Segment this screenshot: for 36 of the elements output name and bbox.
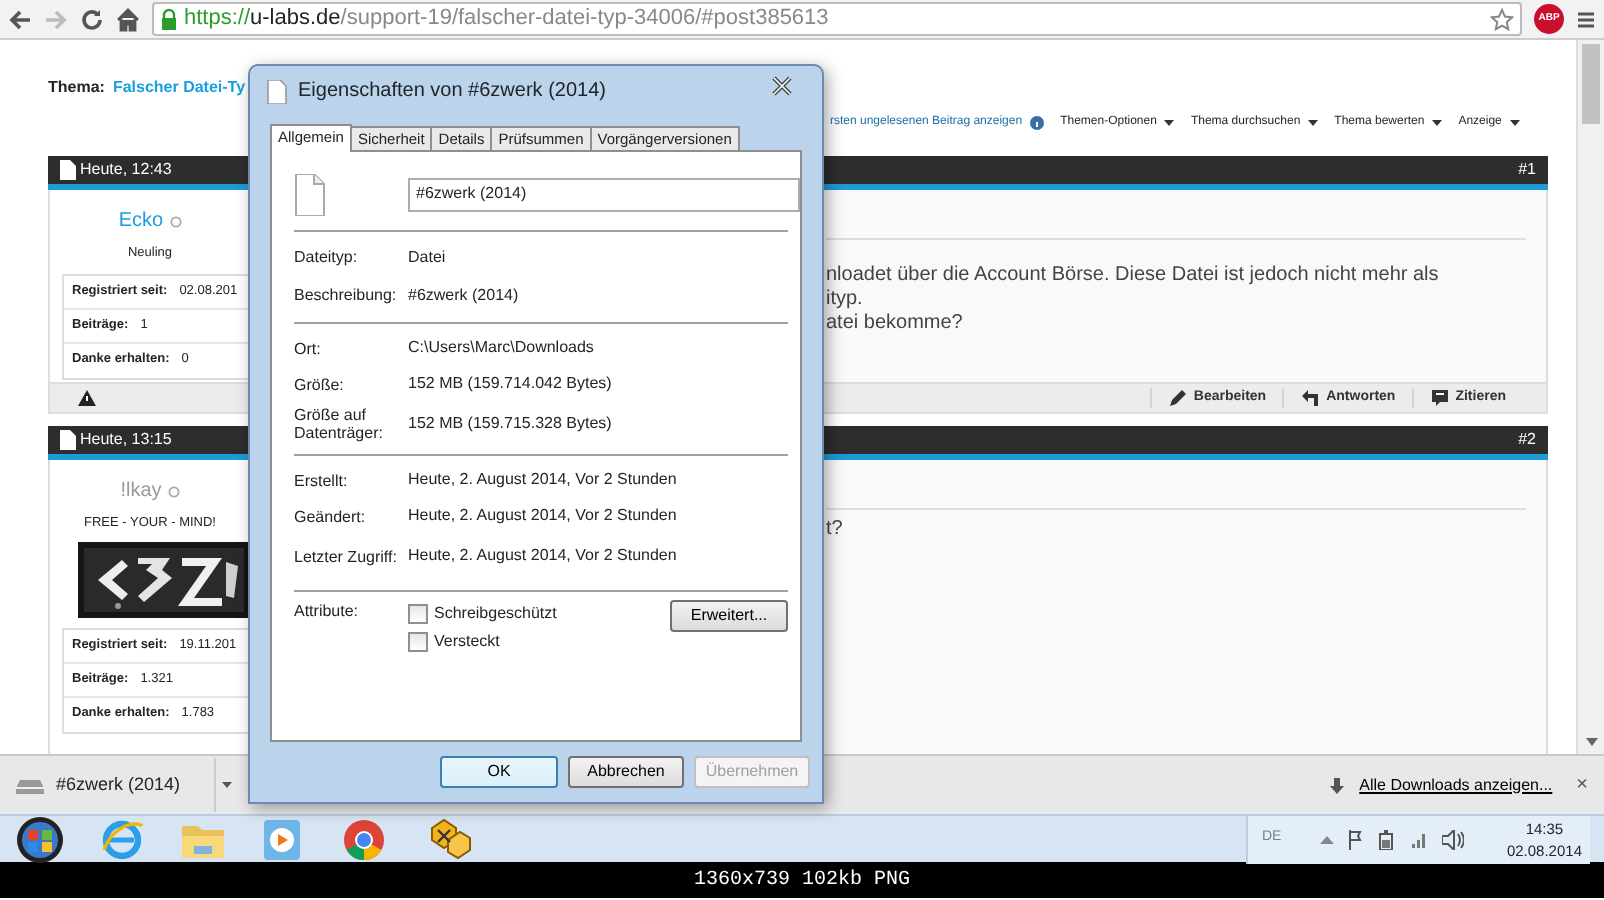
post-number-link[interactable]: #1 [1518,158,1536,182]
thread-label: Thema: [48,76,105,100]
field-value: Heute, 2. August 2014, Vor 2 Stunden [408,468,679,492]
field-label: Größe auf Datenträger: [294,404,385,446]
field-value: 152 MB (159.714.042 Bytes) [408,372,614,396]
checkbox[interactable]: Schreibgeschützt [408,600,557,628]
download-item[interactable]: #6zwerk (2014) [4,758,216,812]
post-number-link[interactable]: #2 [1518,428,1536,452]
post-text: t? [826,518,845,542]
address-bar[interactable]: https://u-labs.de/support-19/falscher-datei-typ-34006/#post385613 [152,2,1522,36]
field-label: Erstellt: [294,469,350,493]
advanced-button[interactable]: Erweitert... [670,600,788,632]
field-label: Geändert: [294,505,368,529]
field-value: Datei [408,245,448,269]
field-value: Heute, 2. August 2014, Vor 2 Stunden [408,544,679,568]
field-label: Attribute: [294,600,361,624]
post-text: nloadet über die Account Börse. Diese Datei ist jedoch nicht mehr als ityp. atei bekomme? [826,264,1441,336]
field-label: Beschreibung: [294,284,399,308]
field-label: Ort: [294,337,323,361]
cancel-button[interactable]: Abbrechen [568,756,684,788]
file-name-field[interactable]: #6zwerk (2014) [408,177,800,211]
all-downloads-link[interactable]: Alle Downloads anzeigen... [1359,773,1553,797]
field-value: 152 MB (159.715.328 Bytes) [408,412,614,436]
field-label: Letzter Zugriff: [294,545,399,570]
field-value: C:\Users\Marc\Downloads [408,336,596,360]
field-label: Dateityp: [294,246,360,270]
window-title: Eigenschaften von #6zwerk (2014) [298,78,606,106]
post-date: Heute, 12:43 [80,158,172,182]
checkbox[interactable]: Versteckt [408,628,557,656]
close-button[interactable]: × [1576,770,1588,800]
ok-button[interactable]: OK [440,756,558,788]
field-value: #6zwerk (2014) [408,283,521,307]
post-date: Heute, 13:15 [80,428,172,452]
image-caption: 1360x739 102kb PNG [0,862,1604,898]
field-label: Größe: [294,373,346,397]
field-value: Heute, 2. August 2014, Vor 2 Stunden [408,504,679,528]
